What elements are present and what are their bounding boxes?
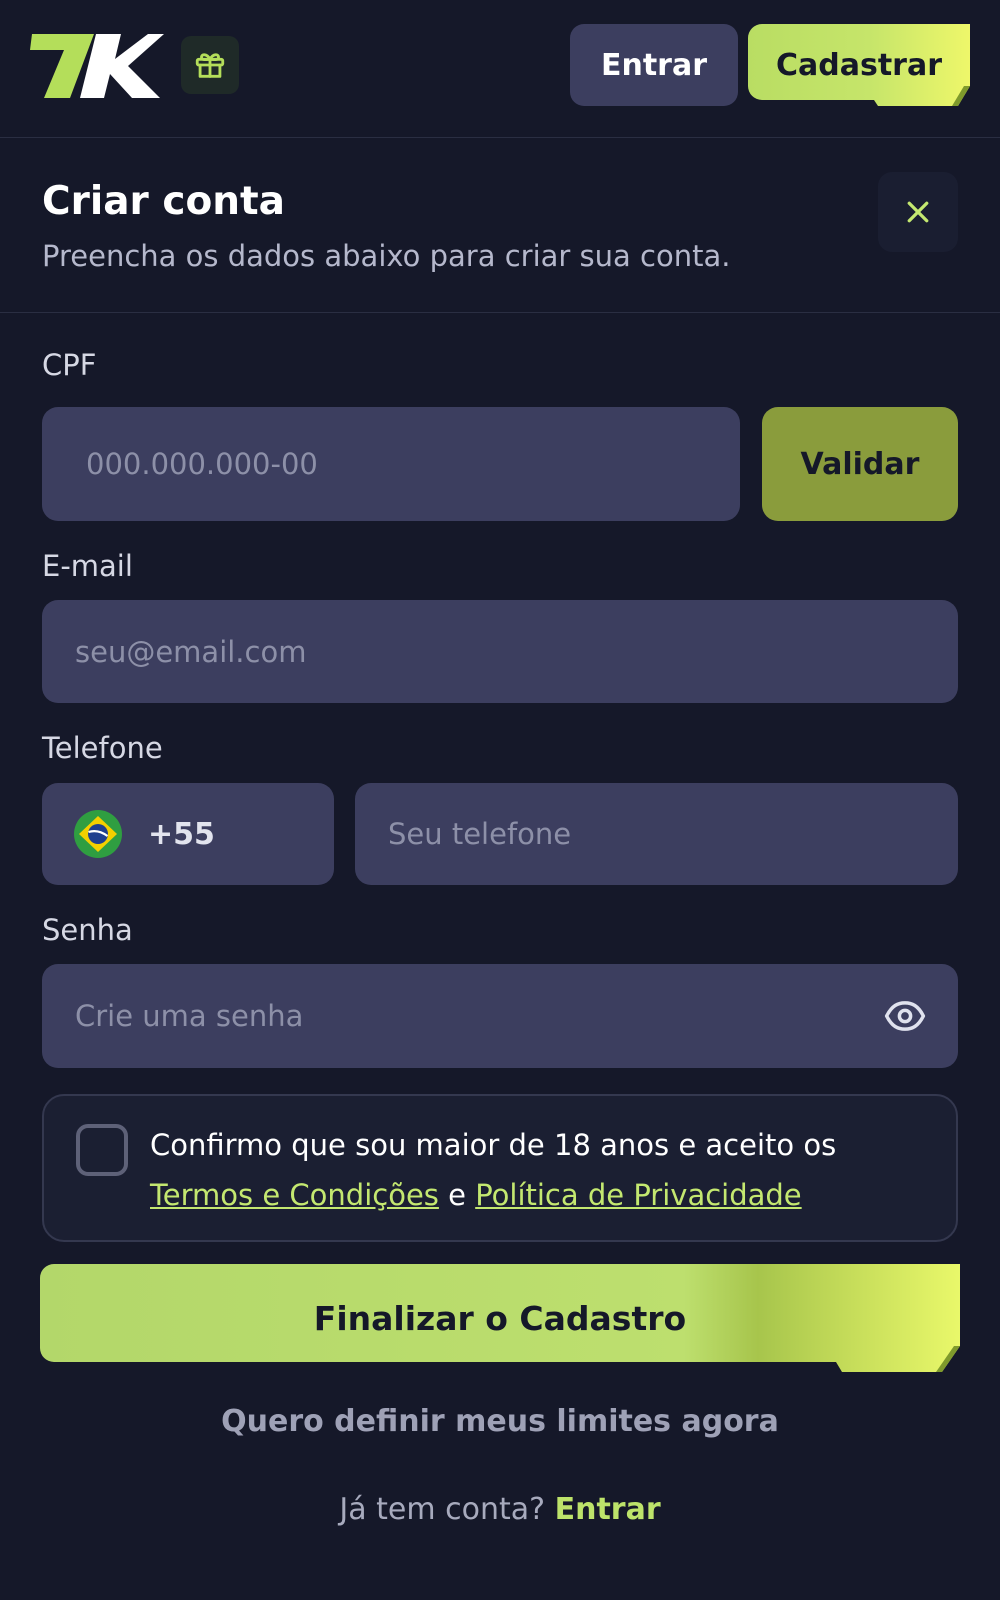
terms-link[interactable]: Termos e Condições [150,1178,439,1212]
close-icon [907,201,929,223]
password-input[interactable] [42,964,958,1068]
phone-label: Telefone [42,731,163,765]
set-limits-link[interactable]: Quero definir meus limites agora [0,1404,1000,1439]
phone-input[interactable] [355,783,958,885]
consent-conjunction: e [448,1178,466,1212]
page-subtitle: Preencha os dados abaixo para criar sua … [42,239,731,273]
top-bar: Entrar Cadastrar [0,0,1000,138]
finish-signup-button[interactable]: Finalizar o Cadastro [40,1264,960,1374]
country-code-select[interactable]: +55 [42,783,334,885]
register-button-label: Cadastrar [775,48,942,83]
email-input[interactable] [42,600,958,703]
country-code-value: +55 [148,816,215,852]
consent-checkbox[interactable] [76,1124,128,1176]
login-button[interactable]: Entrar [570,24,738,106]
page-title: Criar conta [42,179,285,224]
signup-header: Criar conta Preencha os dados abaixo par… [0,139,1000,313]
register-button[interactable]: Cadastrar [748,24,970,108]
toggle-password-visibility[interactable] [880,993,930,1039]
brand-logo[interactable] [30,34,164,98]
privacy-link[interactable]: Política de Privacidade [475,1178,801,1212]
password-label: Senha [42,913,133,947]
age-terms-consent: Confirmo que sou maior de 18 anos e acei… [42,1094,958,1242]
cpf-label: CPF [42,348,97,382]
email-label: E-mail [42,549,133,583]
cpf-input[interactable] [42,407,740,521]
close-button[interactable] [878,172,958,252]
brazil-flag-icon [74,810,122,858]
validate-cpf-button[interactable]: Validar [762,407,958,521]
gift-button[interactable] [181,36,239,94]
eye-icon [884,1001,926,1031]
logo-7k-mark [30,34,164,98]
login-link[interactable]: Entrar [555,1492,661,1527]
consent-text: Confirmo que sou maior de 18 anos e acei… [150,1120,940,1220]
login-prompt: Já tem conta? [339,1492,546,1527]
login-prompt-line: Já tem conta? Entrar [0,1492,1000,1527]
consent-statement: Confirmo que sou maior de 18 anos e acei… [150,1128,837,1162]
finish-button-label: Finalizar o Cadastro [313,1299,687,1338]
gift-icon [195,53,225,78]
